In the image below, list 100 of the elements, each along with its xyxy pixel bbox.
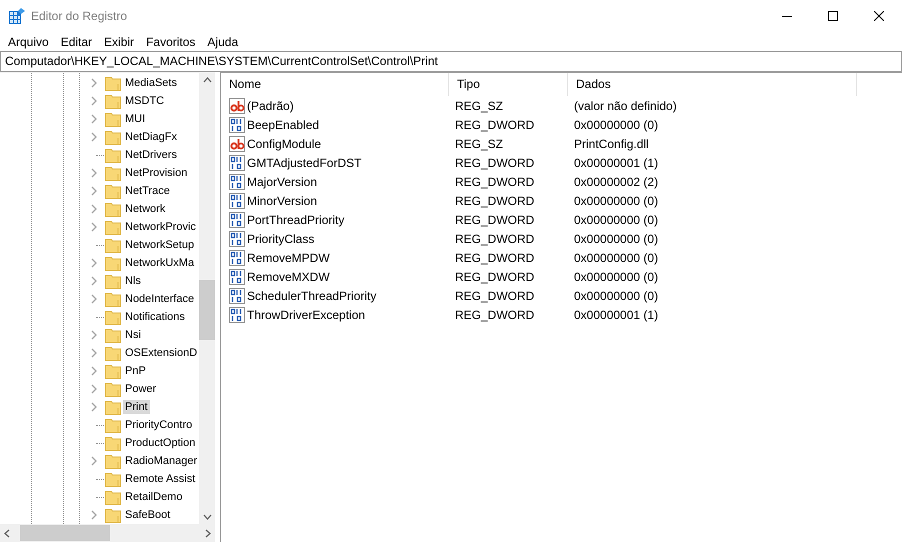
tree-item[interactable]: NetDrivers [123, 148, 179, 162]
menu-item[interactable]: Ajuda [201, 32, 244, 50]
value-data: 0x00000000 (0) [573, 118, 660, 132]
value-name[interactable]: RemoveMXDW [247, 270, 330, 284]
folder-icon [105, 165, 121, 181]
tree-item[interactable]: MUI [123, 112, 148, 126]
value-data: 0x00000000 (0) [573, 250, 660, 264]
chevron-icon[interactable] [91, 168, 97, 178]
chevron-icon[interactable] [91, 456, 97, 466]
column-header[interactable]: Tipo [449, 73, 568, 96]
menu-item[interactable]: Exibir [98, 32, 140, 50]
chevron-icon[interactable] [91, 402, 97, 412]
value-name[interactable]: PortThreadPriority [247, 212, 344, 226]
scroll-down-icon[interactable] [202, 514, 212, 520]
tree-item[interactable]: NetProvision [123, 166, 190, 180]
menu-item[interactable]: Favoritos [140, 32, 202, 50]
tree-item[interactable]: MSDTC [123, 94, 166, 108]
scroll-left-icon[interactable] [4, 528, 10, 538]
tree-item[interactable]: Network [123, 202, 168, 216]
chevron-icon[interactable] [91, 384, 97, 394]
tree-item[interactable]: RadioManager [123, 454, 199, 468]
binary-value-icon [229, 212, 245, 228]
chevron-icon[interactable] [91, 222, 97, 232]
binary-value-icon [229, 250, 245, 266]
folder-icon [105, 75, 121, 91]
chevron-icon[interactable] [91, 186, 97, 196]
folder-icon [105, 273, 121, 289]
value-name[interactable]: SchedulerThreadPriority [247, 288, 376, 302]
app-icon [9, 8, 25, 24]
close-icon[interactable] [874, 11, 884, 21]
chevron-icon[interactable] [91, 96, 97, 106]
chevron-icon[interactable] [91, 258, 97, 268]
maximize-icon[interactable] [828, 11, 838, 21]
tree-item[interactable]: Power [123, 382, 158, 396]
value-data: 0x00000000 (0) [573, 232, 660, 246]
chevron-icon[interactable] [91, 78, 97, 88]
folder-icon [105, 417, 121, 433]
value-name[interactable]: (Padrão) [247, 98, 294, 112]
chevron-icon[interactable] [91, 204, 97, 214]
value-type: REG_DWORD [454, 212, 536, 226]
tree-item[interactable]: NetworkUxMa [123, 256, 196, 270]
menu-item[interactable]: Arquivo [2, 32, 55, 50]
chevron-icon[interactable] [91, 348, 97, 358]
value-name[interactable]: BeepEnabled [247, 118, 320, 132]
scroll-right-icon[interactable] [205, 528, 211, 538]
tree-item[interactable]: Nsi [123, 328, 143, 342]
value-type: REG_DWORD [454, 232, 536, 246]
value-name[interactable]: RemoveMPDW [247, 250, 330, 264]
column-header[interactable]: Nome [221, 73, 449, 96]
menu-item[interactable]: Editar [54, 32, 98, 50]
column-header[interactable]: Dados [568, 73, 857, 96]
scroll-up-icon[interactable] [202, 77, 212, 83]
chevron-icon[interactable] [91, 366, 97, 376]
scrollbar[interactable] [0, 524, 215, 542]
chevron-icon[interactable] [91, 294, 97, 304]
tree-item[interactable]: RetailDemo [123, 490, 184, 504]
tree-item[interactable]: MediaSets [123, 76, 179, 90]
folder-icon [105, 471, 121, 487]
tree-item[interactable]: Nls [123, 274, 143, 288]
chevron-icon[interactable] [91, 330, 97, 340]
value-name[interactable]: PriorityClass [247, 232, 314, 246]
value-name[interactable]: MajorVersion [247, 174, 318, 188]
scrollbar-thumb[interactable] [20, 525, 110, 541]
binary-value-icon [229, 192, 245, 208]
tree-item[interactable]: NetTrace [123, 184, 172, 198]
value-name[interactable]: MinorVersion [247, 194, 318, 208]
scrollbar[interactable] [199, 73, 215, 524]
tree-item[interactable]: PnP [123, 364, 148, 378]
tree-item[interactable]: ProductOption [123, 436, 198, 450]
tree-item[interactable]: NodeInterface [123, 292, 196, 306]
tree-item[interactable]: NetDiagFx [123, 130, 179, 144]
value-name[interactable]: GMTAdjustedForDST [247, 156, 362, 170]
tree-item[interactable]: OSExtensionD [123, 346, 199, 360]
folder-icon [105, 147, 121, 163]
value-name[interactable]: ConfigModule [247, 136, 322, 150]
chevron-icon[interactable] [91, 132, 97, 142]
value-data: 0x00000000 (0) [573, 270, 660, 284]
tree-item[interactable]: SafeBoot [123, 508, 172, 522]
address-field[interactable]: Computador\HKEY_LOCAL_MACHINE\SYSTEM\CurrentControlSet\Control\Print [0, 51, 902, 72]
value-data: 0x00000002 (2) [573, 174, 660, 188]
scrollbar-thumb[interactable] [199, 280, 215, 340]
chevron-icon[interactable] [91, 114, 97, 124]
binary-value-icon [229, 230, 245, 246]
value-type: REG_SZ [454, 136, 504, 150]
value-name[interactable]: ThrowDriverException [247, 308, 366, 322]
value-data: (valor não definido) [573, 98, 678, 112]
binary-value-icon [229, 288, 245, 304]
tree-item[interactable]: NetworkProvic [123, 220, 198, 234]
tree-item[interactable]: Print [123, 400, 150, 414]
tree-item[interactable]: PriorityContro [123, 418, 194, 432]
binary-value-icon [229, 306, 245, 322]
tree-item[interactable]: Notifications [123, 310, 187, 324]
chevron-icon[interactable] [91, 276, 97, 286]
folder-icon [105, 291, 121, 307]
folder-icon [105, 93, 121, 109]
tree-item[interactable]: Remote Assist [123, 472, 198, 486]
value-data: PrintConfig.dll [573, 136, 650, 150]
value-type: REG_DWORD [454, 156, 536, 170]
tree-item[interactable]: NetworkSetup [123, 238, 196, 252]
chevron-icon[interactable] [91, 510, 97, 520]
